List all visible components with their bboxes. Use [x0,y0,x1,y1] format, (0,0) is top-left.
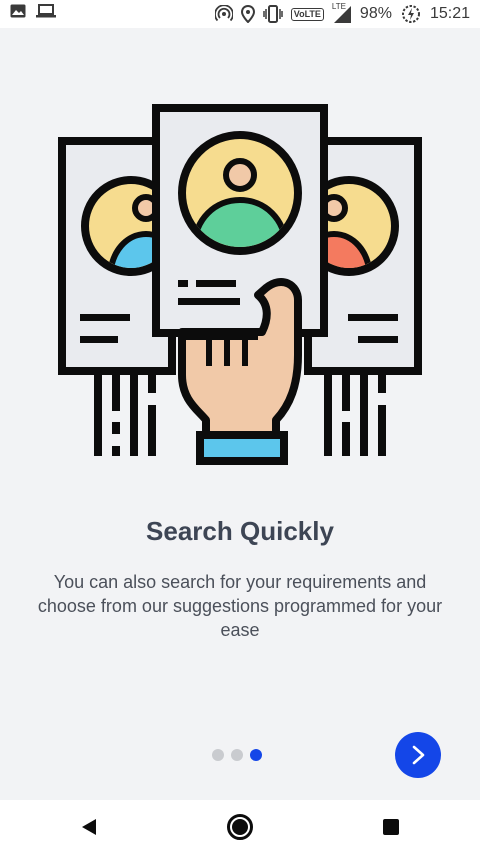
laptop-icon [36,4,56,18]
onboarding-title: Search Quickly [146,516,334,546]
page-dot[interactable] [231,749,243,761]
recents-square-icon [383,819,399,835]
page-indicator [212,749,262,761]
status-right: VoLTE LTE 98% 15:21 [214,2,470,25]
hotspot-icon [214,5,233,23]
onboarding-description: You can also search for your requirement… [37,572,443,640]
status-bar: VoLTE LTE 98% 15:21 [0,0,480,28]
page-dot-active[interactable] [250,749,262,761]
battery-saver-icon [400,3,422,25]
status-left [10,4,56,18]
volte-badge: VoLTE [290,7,324,21]
system-nav-bar [0,800,480,853]
home-circle-icon [227,814,253,840]
image-icon [10,4,26,18]
home-button[interactable] [225,812,255,842]
battery-percent: 98% [359,5,392,22]
next-button[interactable] [395,732,441,778]
back-button[interactable] [74,812,104,842]
location-icon [240,5,255,23]
clock: 15:21 [429,5,470,22]
page-dot[interactable] [212,749,224,761]
vibrate-icon [263,5,283,23]
profile-search-illustration [58,104,422,465]
chevron-right-icon [412,745,425,765]
signal-icon: LTE [331,2,352,24]
back-triangle-icon [82,819,96,835]
recents-button[interactable] [376,812,406,842]
network-label: LTE [331,2,346,11]
